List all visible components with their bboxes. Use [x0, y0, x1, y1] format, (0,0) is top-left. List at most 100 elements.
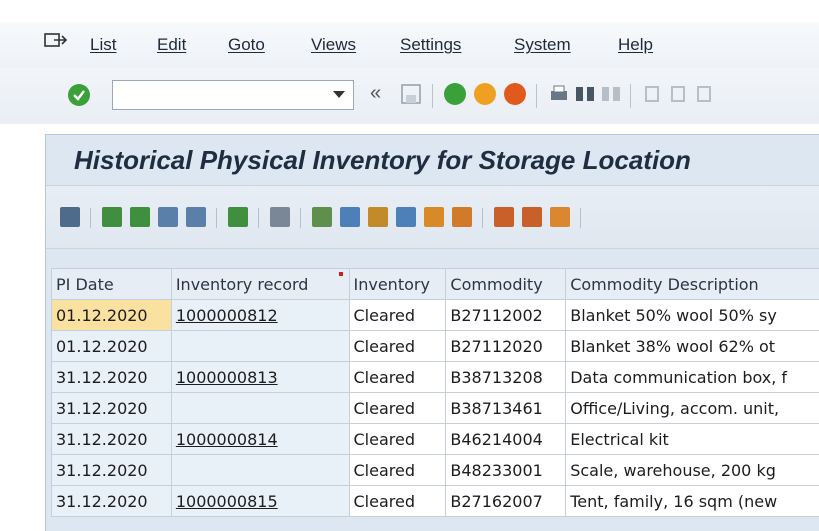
sort-ascending-icon[interactable] [102, 207, 122, 227]
commodity-description-cell[interactable]: Electrical kit [566, 424, 819, 455]
commodity-description-cell[interactable]: Scale, warehouse, 200 kg [566, 455, 819, 486]
inventory-status-cell[interactable]: Cleared [349, 486, 446, 517]
word-processing-icon[interactable] [340, 207, 360, 227]
inventory-record-cell[interactable]: 1000000812 [171, 300, 349, 331]
inventory-grid: PI Date Inventory record Inventory Commo… [51, 268, 819, 517]
table-row[interactable]: 01.12.2020 Cleared B27112020 Blanket 38%… [52, 331, 819, 362]
table-row[interactable]: 31.12.2020 Cleared B38713461 Office/Livi… [52, 393, 819, 424]
pi-date-cell[interactable]: 31.12.2020 [52, 362, 172, 393]
inventory-record-cell[interactable]: 1000000814 [171, 424, 349, 455]
commodity-cell[interactable]: B48233001 [446, 455, 566, 486]
menu-system[interactable]: System [514, 35, 571, 55]
inventory-record-link[interactable]: 1000000815 [176, 492, 278, 511]
inventory-record-link[interactable]: 1000000812 [176, 306, 278, 325]
toolbar-separator [580, 208, 581, 228]
local-file-icon[interactable] [368, 207, 388, 227]
toolbar-separator [216, 208, 217, 228]
inventory-status-cell[interactable]: Cleared [349, 331, 446, 362]
mail-recipient-icon[interactable] [396, 207, 416, 227]
table-row[interactable]: 31.12.2020 1000000815 Cleared B27162007 … [52, 486, 819, 517]
pi-date-cell[interactable]: 31.12.2020 [52, 455, 172, 486]
menu-help[interactable]: Help [618, 35, 653, 55]
delete-filter-icon[interactable] [186, 207, 206, 227]
commodity-description-cell[interactable]: Blanket 50% wool 50% sy [566, 300, 819, 331]
pi-date-cell[interactable]: 01.12.2020 [52, 300, 172, 331]
table-row[interactable]: 31.12.2020 1000000814 Cleared B46214004 … [52, 424, 819, 455]
enter-check-icon[interactable] [68, 84, 90, 106]
inventory-record-cell[interactable] [171, 393, 349, 424]
table-row[interactable]: 31.12.2020 Cleared B48233001 Scale, ware… [52, 455, 819, 486]
print-preview-icon[interactable] [270, 207, 290, 227]
inventory-record-cell[interactable] [171, 455, 349, 486]
commodity-description-cell[interactable]: Blanket 38% wool 62% ot [566, 331, 819, 362]
find-next-icon[interactable] [600, 83, 622, 105]
pi-date-cell[interactable]: 31.12.2020 [52, 486, 172, 517]
standard-toolbar: « [0, 68, 819, 124]
commodity-description-cell[interactable]: Tent, family, 16 sqm (new [566, 486, 819, 517]
column-header-pi-date[interactable]: PI Date [52, 269, 172, 300]
pi-date-cell[interactable]: 31.12.2020 [52, 393, 172, 424]
inventory-record-link[interactable]: 1000000814 [176, 430, 278, 449]
page-title: Historical Physical Inventory for Storag… [74, 145, 691, 176]
exit-orange-icon[interactable] [474, 83, 496, 105]
toolbar-separator [300, 208, 301, 228]
inventory-record-link[interactable]: 1000000813 [176, 368, 278, 387]
pi-date-cell[interactable]: 01.12.2020 [52, 331, 172, 362]
inventory-record-cell[interactable] [171, 331, 349, 362]
previous-page-icon[interactable] [668, 83, 690, 105]
inventory-status-cell[interactable]: Cleared [349, 455, 446, 486]
inventory-status-cell[interactable]: Cleared [349, 424, 446, 455]
inventory-record-cell[interactable]: 1000000813 [171, 362, 349, 393]
graphic-icon[interactable] [452, 207, 472, 227]
column-header-inventory-record[interactable]: Inventory record [171, 269, 349, 300]
column-header-commodity-description[interactable]: Commodity Description [566, 269, 819, 300]
inventory-record-cell[interactable]: 1000000815 [171, 486, 349, 517]
back-history-icon[interactable]: « [370, 82, 381, 104]
commodity-description-cell[interactable]: Data communication box, f [566, 362, 819, 393]
sum-icon[interactable] [228, 207, 248, 227]
inventory-status-cell[interactable]: Cleared [349, 362, 446, 393]
filter-icon[interactable] [158, 207, 178, 227]
menu-settings[interactable]: Settings [400, 35, 461, 55]
commodity-cell[interactable]: B27162007 [446, 486, 566, 517]
report-panel: Historical Physical Inventory for Storag… [45, 134, 819, 531]
commodity-cell[interactable]: B46214004 [446, 424, 566, 455]
toolbar-separator [90, 208, 91, 228]
menu-list[interactable]: List [90, 35, 116, 55]
print-icon[interactable] [548, 83, 570, 105]
commodity-description-cell[interactable]: Office/Living, accom. unit, [566, 393, 819, 424]
pi-date-cell[interactable]: 31.12.2020 [52, 424, 172, 455]
menu-views[interactable]: Views [311, 35, 356, 55]
table-row[interactable]: 31.12.2020 1000000813 Cleared B38713208 … [52, 362, 819, 393]
menu-goto[interactable]: Goto [228, 35, 265, 55]
change-layout-icon[interactable] [494, 207, 514, 227]
chevron-down-icon[interactable] [333, 91, 345, 98]
cancel-red-icon[interactable] [504, 83, 526, 105]
save-layout-icon[interactable] [550, 207, 570, 227]
menu-bar: List Edit Goto Views Settings System Hel… [0, 22, 819, 68]
table-row[interactable]: 01.12.2020 1000000812 Cleared B27112002 … [52, 300, 819, 331]
inventory-status-cell[interactable]: Cleared [349, 300, 446, 331]
save-icon[interactable] [400, 83, 422, 105]
command-field[interactable] [112, 80, 354, 110]
commodity-cell[interactable]: B27112002 [446, 300, 566, 331]
first-page-icon[interactable] [642, 83, 664, 105]
next-page-icon[interactable] [694, 83, 716, 105]
menu-toggle-icon[interactable] [44, 32, 68, 50]
select-layout-icon[interactable] [522, 207, 542, 227]
window-top-strip [0, 0, 819, 22]
details-icon[interactable] [60, 207, 80, 227]
commodity-cell[interactable]: B38713461 [446, 393, 566, 424]
menu-edit[interactable]: Edit [157, 35, 186, 55]
column-header-commodity[interactable]: Commodity [446, 269, 566, 300]
sort-descending-icon[interactable] [130, 207, 150, 227]
back-green-icon[interactable] [444, 83, 466, 105]
inventory-status-cell[interactable]: Cleared [349, 393, 446, 424]
commodity-cell[interactable]: B38713208 [446, 362, 566, 393]
column-header-label: Inventory record [176, 275, 309, 294]
commodity-cell[interactable]: B27112020 [446, 331, 566, 362]
export-spreadsheet-icon[interactable] [312, 207, 332, 227]
column-header-inventory[interactable]: Inventory [349, 269, 446, 300]
abc-analysis-icon[interactable] [424, 207, 444, 227]
find-icon[interactable] [574, 83, 596, 105]
